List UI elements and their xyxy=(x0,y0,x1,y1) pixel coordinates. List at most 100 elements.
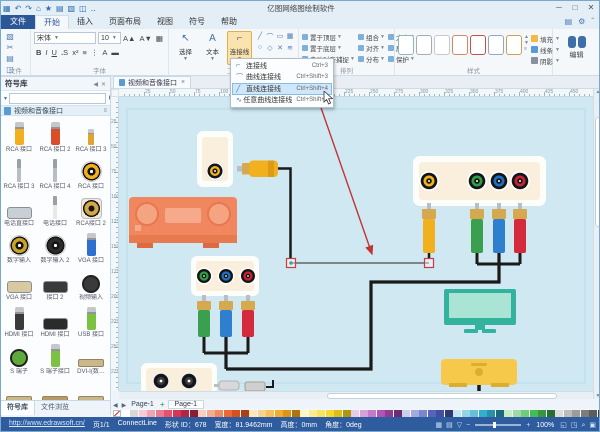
color-swatch-43[interactable] xyxy=(487,409,495,417)
page-tab-Page-1[interactable]: Page-1 xyxy=(167,400,205,409)
menu-right-icon-0[interactable]: ▤ xyxy=(565,15,573,29)
horizontal-scrollbar[interactable] xyxy=(119,391,593,399)
color-swatch-29[interactable] xyxy=(368,409,376,417)
dropdown-item-连接线[interactable]: ⌐ 连接线 Ctrl+3 xyxy=(232,60,332,72)
maximize-button[interactable]: □ xyxy=(567,1,583,14)
color-swatch-7[interactable] xyxy=(181,409,189,417)
style-swatch-2[interactable] xyxy=(434,35,450,55)
color-swatch-9[interactable] xyxy=(198,409,206,417)
arrange-item-对齐[interactable]: 对齐 ▼ xyxy=(357,42,385,53)
drawing-canvas[interactable] xyxy=(119,97,593,391)
file-menu-button[interactable]: 文件 xyxy=(1,15,35,29)
color-swatch-22[interactable] xyxy=(308,409,317,417)
style-swatch-4[interactable] xyxy=(470,35,486,55)
color-swatch-32[interactable] xyxy=(393,409,402,417)
draw-tool-icon-5[interactable]: ◇ xyxy=(265,43,275,53)
color-swatch-53[interactable] xyxy=(572,409,580,417)
minimize-button[interactable]: ─ xyxy=(551,1,567,14)
style-swatch-0[interactable] xyxy=(398,35,414,55)
style-swatch-1[interactable] xyxy=(416,35,432,55)
symbol-RCA 接口[interactable]: RCA 接口 xyxy=(73,155,109,192)
color-swatch-19[interactable] xyxy=(283,409,291,417)
color-swatch-28[interactable] xyxy=(359,409,368,417)
style-swatch-6[interactable] xyxy=(506,35,522,55)
symbol-RCA 接口[interactable]: RCA 接口 xyxy=(1,118,37,155)
font-format-button-7[interactable]: A xyxy=(100,48,109,57)
color-swatch-23[interactable] xyxy=(317,409,325,417)
color-swatch-30[interactable] xyxy=(376,409,385,417)
style-swatch-3[interactable] xyxy=(452,35,468,55)
color-swatch-8[interactable] xyxy=(189,409,198,417)
qat-icon-4[interactable]: ★ xyxy=(45,4,52,13)
color-swatch-36[interactable] xyxy=(427,409,436,417)
color-swatch-27[interactable] xyxy=(351,409,359,417)
symbol-RCA 接口 2[interactable]: RCA 接口 2 xyxy=(37,118,73,155)
symbol-search-input[interactable] xyxy=(9,92,107,104)
draw-tool-icon-3[interactable]: ▦ xyxy=(285,31,295,43)
color-swatch-46[interactable] xyxy=(512,409,521,417)
symbol-RCA接口 2[interactable]: RCA接口 2 xyxy=(73,192,109,229)
close-icon[interactable]: × xyxy=(181,79,185,86)
color-swatch-49[interactable] xyxy=(538,409,546,417)
color-swatch-24[interactable] xyxy=(325,409,334,417)
tool-button-文本[interactable]: A 文本 ▼ xyxy=(200,31,225,65)
svideo-dvi-connectors[interactable] xyxy=(214,380,274,391)
symbol-数字输入[interactable]: 数字输入 xyxy=(1,229,37,266)
draw-tool-icon-7[interactable]: ≋ xyxy=(285,43,295,53)
font-format-button-2[interactable]: U xyxy=(50,48,59,57)
qat-icon-6[interactable]: ▧ xyxy=(68,4,76,13)
fit-icon-2[interactable]: ⌕ xyxy=(581,422,585,429)
panel-tab-符号库[interactable]: 符号库 xyxy=(1,401,35,415)
component-in-panel[interactable] xyxy=(191,256,259,369)
panel-header-icon-1[interactable]: ✕ xyxy=(101,82,106,88)
qat-icon-8[interactable]: ‥ xyxy=(91,4,96,13)
color-swatch-39[interactable] xyxy=(453,409,461,417)
media-device[interactable] xyxy=(441,359,517,391)
symbol-HDMI 接口[interactable]: HDMI 接口 xyxy=(1,303,37,340)
zoom-out-button[interactable]: − xyxy=(466,422,470,429)
qat-icon-5[interactable]: ▤ xyxy=(56,4,64,13)
color-swatch-1[interactable] xyxy=(130,409,138,417)
fit-icon-3[interactable]: ▣ xyxy=(589,422,596,429)
symbol-USB 接口[interactable]: USB 接口 xyxy=(73,303,109,340)
menu-right-icon-2[interactable]: ˆ xyxy=(591,15,594,29)
color-swatch-11[interactable] xyxy=(215,409,223,417)
font-format-button-3[interactable]: ꓸS xyxy=(59,48,70,57)
qat-icon-1[interactable]: ↶ xyxy=(15,4,22,13)
color-swatch-3[interactable] xyxy=(147,409,155,417)
color-swatch-33[interactable] xyxy=(402,409,410,417)
find-binoculars-icon[interactable] xyxy=(567,36,586,48)
symbol-接口 2[interactable]: 接口 2 xyxy=(37,266,73,303)
color-swatch-13[interactable] xyxy=(232,409,240,417)
color-swatch-48[interactable] xyxy=(529,409,538,417)
color-swatch-42[interactable] xyxy=(478,409,487,417)
color-swatch-2[interactable] xyxy=(138,409,147,417)
qat-icon-3[interactable]: ⌂ xyxy=(36,4,41,13)
page-nav-icon-0[interactable]: ◀ xyxy=(113,403,118,409)
document-tab[interactable]: 视频和音像接口 × xyxy=(113,76,192,88)
color-swatch-44[interactable] xyxy=(495,409,504,417)
color-swatch-54[interactable] xyxy=(580,409,589,417)
color-swatch-10[interactable] xyxy=(206,409,215,417)
color-swatch-12[interactable] xyxy=(223,409,232,417)
view-icon-1[interactable]: ▤ xyxy=(446,422,453,429)
qat-icon-0[interactable]: ▦ xyxy=(3,4,11,13)
vertical-scrollbar[interactable]: ▲ ▼ xyxy=(593,89,599,399)
yellow-rca-plug[interactable] xyxy=(237,160,292,259)
draw-tool-icon-0[interactable]: ╱ xyxy=(255,31,265,43)
color-swatch-17[interactable] xyxy=(266,409,274,417)
menu-tab-帮助[interactable]: 帮助 xyxy=(213,15,245,29)
close-button[interactable]: ✕ xyxy=(583,1,599,14)
color-swatch-50[interactable] xyxy=(546,409,555,417)
font-format-button-0[interactable]: B xyxy=(34,48,43,57)
no-fill-swatch[interactable] xyxy=(113,409,121,417)
color-swatch-47[interactable] xyxy=(521,409,529,417)
zoom-slider[interactable] xyxy=(475,422,522,428)
symbol-数字输入 2[interactable]: 数字输入 2 xyxy=(37,229,73,266)
color-swatch-41[interactable] xyxy=(470,409,478,417)
vertical-scroll-thumb[interactable] xyxy=(595,117,599,227)
zoom-in-button[interactable]: + xyxy=(526,422,530,429)
page-nav-icon-1[interactable]: ▶ xyxy=(122,403,127,409)
dropdown-item-直线连接线[interactable]: ╱ 直线连接线 Ctrl+Shift+4 xyxy=(232,83,332,95)
color-swatch-55[interactable] xyxy=(589,409,597,417)
